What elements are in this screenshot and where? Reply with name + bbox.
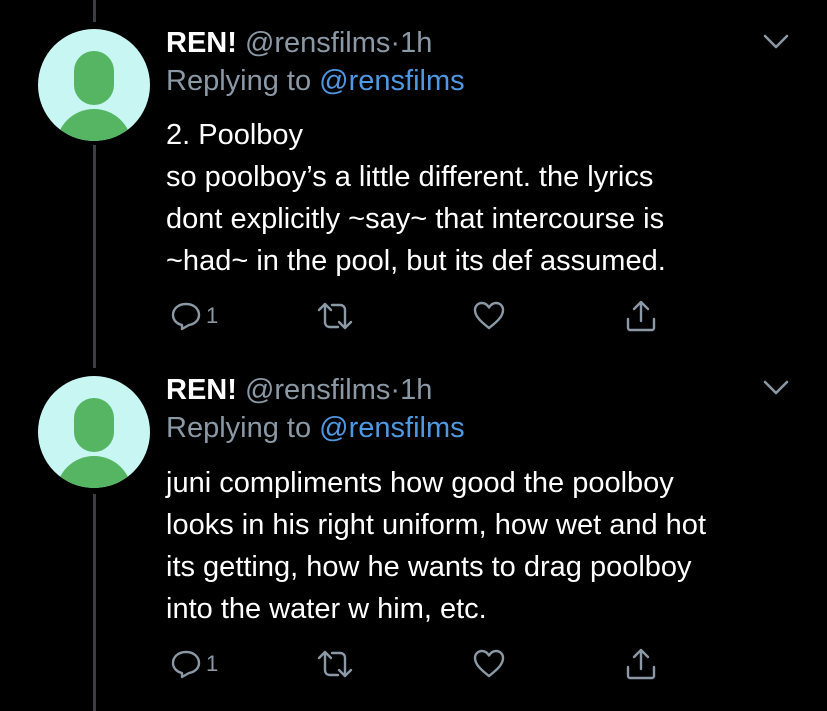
avatar-head-shape <box>74 398 114 452</box>
tweet-text: juni compliments how good the poolboy lo… <box>166 462 806 630</box>
replying-mention-link[interactable]: @rensfilms <box>319 412 464 444</box>
like-button[interactable] <box>472 644 506 684</box>
share-button[interactable] <box>624 296 658 336</box>
share-button[interactable] <box>624 644 658 684</box>
timestamp[interactable]: 1h <box>400 27 432 59</box>
display-name[interactable]: REN! <box>166 27 237 59</box>
like-icon <box>473 301 505 330</box>
tweet-text-line: so poolboy’s a little different. the lyr… <box>166 161 654 193</box>
tweet-text-line: into the water w him, etc. <box>166 593 487 625</box>
tweet-text: 2. Poolboy so poolboy’s a little differe… <box>166 114 806 282</box>
timestamp[interactable]: 1h <box>400 374 432 406</box>
avatar[interactable] <box>38 29 150 141</box>
tweet-text-line: ~had~ in the pool, but its def assumed. <box>166 245 666 277</box>
avatar[interactable] <box>38 376 150 488</box>
tweet-actions: 1 <box>166 644 686 684</box>
chevron-down-icon[interactable] <box>763 378 789 398</box>
avatar-head-shape <box>74 51 114 105</box>
chevron-down-icon[interactable] <box>763 32 789 52</box>
reply-count: 1 <box>206 303 219 328</box>
replying-prefix: Replying to <box>166 412 312 444</box>
user-handle[interactable]: @rensfilms <box>245 27 390 59</box>
avatar-shoulders-shape <box>56 109 132 141</box>
tweet-text-line: its getting, how he wants to drag poolbo… <box>166 551 692 583</box>
reply-count: 1 <box>206 651 219 676</box>
reply-button[interactable]: 1 <box>170 296 218 336</box>
share-icon <box>626 648 656 680</box>
tweet-text-line: dont explicitly ~say~ that intercourse i… <box>166 203 665 235</box>
reply-icon <box>171 650 201 679</box>
replying-to: Replying to @rensfilms <box>166 412 465 445</box>
like-icon <box>473 649 505 678</box>
tweet-text-line: looks in his right uniform, how wet and … <box>166 509 706 541</box>
tweet-text-line: 2. Poolboy <box>166 119 304 151</box>
replying-prefix: Replying to <box>166 65 312 97</box>
like-button[interactable] <box>472 296 506 336</box>
retweet-button[interactable] <box>316 296 354 336</box>
separator-dot: · <box>390 374 401 406</box>
retweet-icon <box>317 650 353 678</box>
replying-to: Replying to @rensfilms <box>166 65 465 98</box>
retweet-icon <box>317 302 353 330</box>
reply-icon <box>171 302 201 331</box>
tweet-text-line: juni compliments how good the poolboy <box>166 467 674 499</box>
tweet-header: REN! @rensfilms·1h <box>166 27 432 60</box>
tweet-actions: 1 <box>166 296 686 336</box>
display-name[interactable]: REN! <box>166 374 237 406</box>
share-icon <box>626 300 656 332</box>
tweet[interactable]: REN! @rensfilms·1h Replying to @rensfilm… <box>0 350 827 711</box>
user-handle[interactable]: @rensfilms <box>245 374 390 406</box>
tweet[interactable]: REN! @rensfilms·1h Replying to @rensfilm… <box>0 0 827 350</box>
avatar-shoulders-shape <box>56 456 132 488</box>
replying-mention-link[interactable]: @rensfilms <box>319 65 464 97</box>
reply-button[interactable]: 1 <box>170 644 218 684</box>
separator-dot: · <box>390 27 401 59</box>
retweet-button[interactable] <box>316 644 354 684</box>
tweet-header: REN! @rensfilms·1h <box>166 374 432 407</box>
